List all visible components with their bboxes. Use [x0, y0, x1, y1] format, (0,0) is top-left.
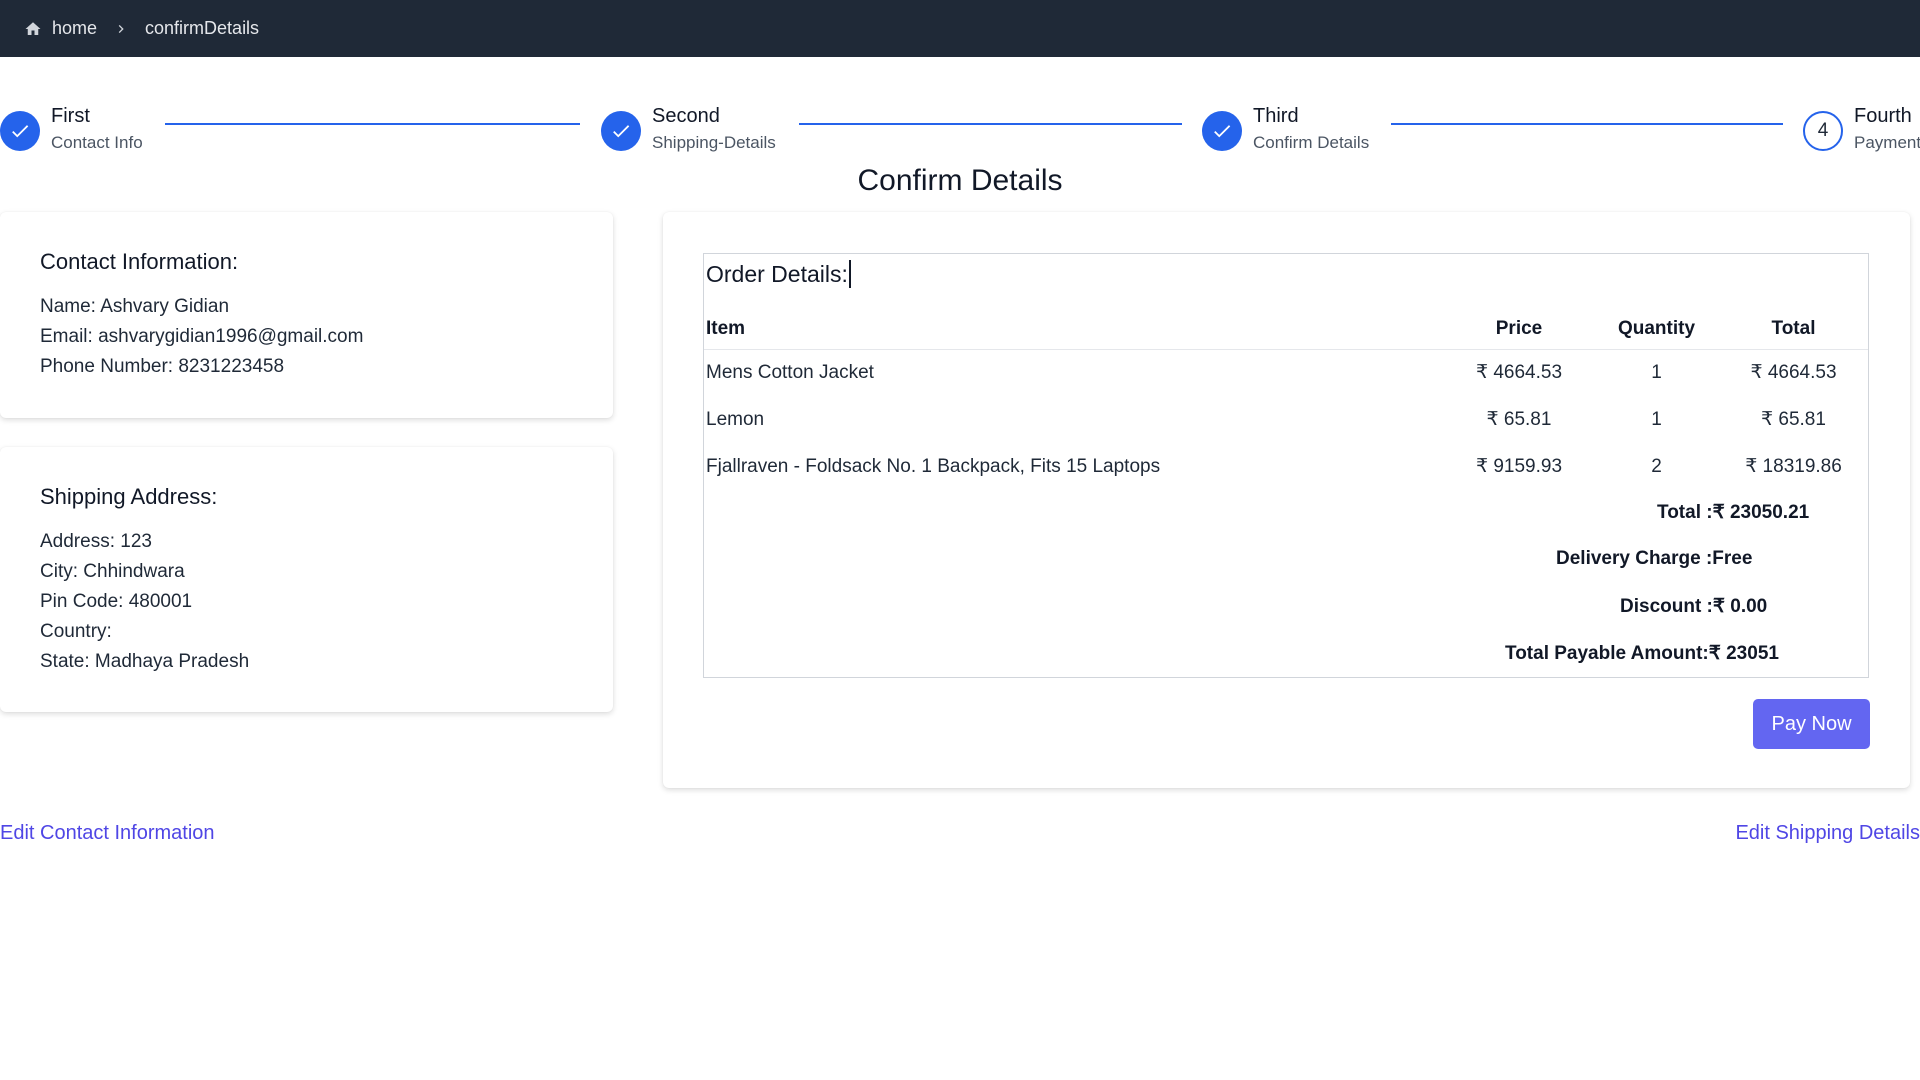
cell-total: ₹ 18319.86	[1745, 456, 1842, 477]
step-second: Second Shipping-Details	[601, 104, 776, 155]
edit-shipping-link[interactable]: Edit Shipping Details	[1735, 822, 1920, 845]
step-fourth: 4 Fourth Payment	[1803, 104, 1920, 155]
column-header-total: Total	[1719, 309, 1868, 350]
breadcrumb-home-link[interactable]: home	[52, 18, 97, 39]
cell-price: ₹ 65.81	[1486, 409, 1552, 430]
cell-quantity: 1	[1651, 361, 1662, 383]
step-connector	[165, 123, 580, 125]
cell-item: Fjallraven - Foldsack No. 1 Backpack, Fi…	[706, 455, 1161, 477]
check-icon	[1202, 111, 1242, 151]
contact-info-card: Contact Information: Name: Ashvary Gidia…	[0, 212, 613, 418]
summary-discount-value: ₹ 0.00	[1712, 596, 1768, 617]
step-number: 4	[1803, 111, 1843, 151]
cell-price: ₹ 4664.53	[1475, 362, 1563, 384]
table-row: Fjallraven - Foldsack No. 1 Backpack, Fi…	[704, 443, 1868, 490]
order-heading: Order Details:	[706, 260, 851, 288]
cell-total: ₹ 65.81	[1761, 409, 1826, 430]
summary-payable: Total Payable Amount:₹ 23051	[1505, 642, 1779, 665]
check-icon	[0, 111, 40, 151]
step-subtitle: Shipping-Details	[652, 133, 776, 152]
contact-email: Email: ashvarygidian1996@gmail.com	[40, 326, 364, 347]
step-title: Fourth	[1854, 105, 1912, 127]
summary-discount: Discount :₹ 0.00	[1620, 595, 1767, 618]
shipping-pin: Pin Code: 480001	[40, 591, 193, 612]
summary-delivery: Delivery Charge :Free	[1556, 548, 1752, 570]
cell-item: Mens Cotton Jacket	[706, 361, 874, 383]
step-title: Second	[652, 105, 720, 127]
summary-payable-value: ₹ 23051	[1708, 643, 1779, 664]
contact-name: Name: Ashvary Gidian	[40, 296, 230, 317]
top-bar: home confirmDetails	[0, 0, 1920, 57]
summary-delivery-value: Free	[1712, 548, 1753, 569]
table-row: Lemon ₹ 65.81 1 ₹ 65.81	[704, 396, 1868, 443]
shipping-city: City: Chhindwara	[40, 561, 185, 582]
cell-quantity: 1	[1651, 408, 1662, 430]
cell-total: ₹ 4664.53	[1750, 362, 1837, 384]
step-title: First	[51, 105, 90, 127]
contact-heading: Contact Information:	[40, 249, 239, 274]
step-third: Third Confirm Details	[1202, 104, 1369, 155]
step-connector	[1391, 123, 1783, 125]
cell-quantity: 2	[1651, 455, 1662, 477]
order-details-box: Order Details: Item Price Quantity Total	[703, 253, 1869, 678]
column-header-quantity: Quantity	[1594, 309, 1719, 350]
step-subtitle: Payment	[1854, 133, 1920, 152]
breadcrumb: home confirmDetails	[24, 18, 259, 39]
column-header-price: Price	[1444, 309, 1594, 350]
checkout-stepper: First Contact Info Second Shipping-Detai…	[0, 97, 1920, 157]
shipping-address-card: Shipping Address: Address: 123 City: Chh…	[0, 447, 613, 712]
shipping-state: State: Madhaya Pradesh	[40, 651, 250, 672]
home-icon[interactable]	[24, 20, 42, 38]
summary-total-value: ₹ 23050.21	[1712, 502, 1810, 523]
summary-total-label: Total :	[1657, 502, 1713, 523]
step-first: First Contact Info	[0, 104, 143, 155]
page-title: Confirm Details	[857, 164, 1063, 197]
order-details-card: Order Details: Item Price Quantity Total	[663, 212, 1910, 788]
summary-discount-label: Discount :	[1620, 596, 1713, 617]
breadcrumb-current: confirmDetails	[145, 18, 260, 38]
cell-item: Lemon	[706, 408, 765, 430]
cell-price: ₹ 9159.93	[1475, 456, 1563, 477]
shipping-country: Country:	[40, 621, 112, 642]
check-icon	[601, 111, 641, 151]
pay-now-button[interactable]: Pay Now	[1753, 699, 1870, 749]
step-subtitle: Confirm Details	[1253, 133, 1370, 152]
summary-payable-label: Total Payable Amount:	[1505, 643, 1709, 664]
column-header-item: Item	[704, 309, 1444, 350]
table-row: Mens Cotton Jacket ₹ 4664.53 1 ₹ 4664.53	[704, 349, 1868, 396]
summary-delivery-label: Delivery Charge :	[1556, 548, 1713, 569]
contact-phone: Phone Number: 8231223458	[40, 356, 285, 377]
shipping-address: Address: 123	[40, 531, 152, 552]
step-subtitle: Contact Info	[51, 133, 143, 152]
chevron-right-icon	[113, 21, 129, 37]
step-title: Third	[1253, 105, 1299, 127]
order-heading-text: Order Details:	[706, 260, 848, 287]
edit-contact-link[interactable]: Edit Contact Information	[0, 822, 215, 845]
step-connector	[799, 123, 1182, 125]
summary-total: Total :₹ 23050.21	[1657, 501, 1809, 524]
text-caret	[848, 260, 851, 288]
order-table: Item Price Quantity Total Mens Cotton Ja…	[704, 309, 1868, 490]
shipping-heading: Shipping Address:	[40, 484, 218, 509]
table-header-row: Item Price Quantity Total	[704, 309, 1868, 350]
